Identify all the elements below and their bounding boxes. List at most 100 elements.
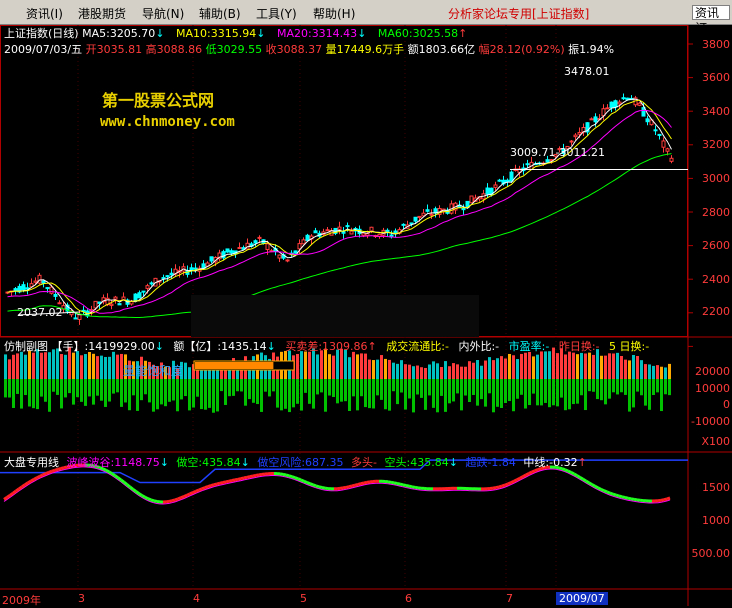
candle-body	[78, 315, 81, 320]
candle-body	[338, 227, 341, 229]
candle-body	[254, 241, 257, 243]
volume-bar-down	[292, 379, 295, 407]
info-button[interactable]: 资讯订	[692, 5, 730, 20]
volume-bar-down	[528, 379, 531, 405]
trend-segment	[352, 485, 355, 486]
menu-bar: 资讯(I) 港股期货 导航(N) 辅助(B) 工具(Y) 帮助(H) 分析家论坛…	[0, 0, 732, 25]
x-label: 4	[193, 592, 200, 605]
candle-body	[278, 255, 281, 258]
volume-bar-up	[344, 350, 347, 379]
volume-bar-up	[112, 352, 115, 379]
trend-segment	[406, 486, 409, 487]
candle-body	[402, 224, 405, 225]
trend-segment	[298, 479, 301, 480]
volume-bar-down	[432, 379, 435, 408]
menu-assist[interactable]: 辅助(B)	[199, 5, 241, 22]
volume-bar-up	[324, 349, 327, 379]
volume-bar-down	[328, 379, 331, 396]
volume-bar-down	[476, 379, 479, 406]
volume-bar-down	[28, 379, 31, 406]
menu-hk-futures[interactable]: 港股期货	[78, 5, 126, 22]
candle-body	[266, 244, 269, 250]
ma60-up-arrow-icon: ↑	[458, 27, 467, 40]
volume-bar-up	[516, 359, 519, 379]
candle-body	[230, 251, 233, 253]
volume-bar-down	[256, 379, 259, 404]
trend-segment	[226, 481, 229, 482]
volume-bar-up	[40, 353, 43, 379]
trend-segment	[400, 484, 403, 485]
volume-bar-up	[36, 349, 39, 379]
volume-bar-down	[472, 379, 475, 395]
volume-bar-down	[8, 379, 11, 398]
volume-bar-down	[488, 379, 491, 393]
volume-bar-up	[440, 367, 443, 379]
volume-bar-down	[64, 379, 67, 397]
trend-segment	[394, 483, 397, 484]
trend-segment	[250, 476, 253, 477]
volume-bar-down	[120, 379, 123, 407]
volume-bar-up	[320, 350, 323, 379]
chart-canvas[interactable]	[0, 25, 732, 606]
volume-bar-up	[356, 354, 359, 379]
annotation-low: 2037.02	[17, 306, 63, 319]
volume-bar-down	[452, 379, 455, 401]
trend-segment	[304, 481, 307, 482]
trend-segment	[493, 488, 496, 489]
volume-bar-down	[80, 379, 83, 402]
volume-bar-down	[316, 379, 319, 394]
ma60-line	[8, 154, 672, 318]
quote-amplitude: 振1.94%	[568, 43, 614, 56]
volume-bar-down	[104, 379, 107, 407]
volume-bar-down	[456, 379, 459, 393]
trend-segment	[343, 487, 346, 488]
trend-segment	[10, 493, 13, 495]
volume-bar-down	[20, 379, 23, 409]
volume-bar-down	[388, 379, 391, 411]
volume-bar-up	[104, 357, 107, 379]
volume-bar-down	[284, 379, 287, 409]
quote-open: 开3035.81	[86, 43, 143, 56]
candle-body	[590, 119, 593, 120]
main-y-label: 3000	[690, 172, 730, 185]
candle-body	[570, 141, 573, 142]
volume-bar-down	[68, 379, 71, 393]
trend-segment	[409, 486, 412, 487]
trend-segment	[127, 485, 130, 487]
candle-body	[210, 257, 213, 261]
volume-bar-down	[88, 379, 91, 396]
volume-bar-down	[128, 379, 131, 410]
volume-bar-up	[584, 353, 587, 379]
trend-segment	[367, 482, 370, 483]
volume-bar-down	[572, 379, 575, 404]
menu-tools[interactable]: 工具(Y)	[256, 5, 297, 22]
trend-segment	[529, 472, 532, 473]
trend-segment	[598, 488, 601, 490]
candle-body	[314, 231, 317, 233]
trend-segment	[247, 477, 250, 478]
trend-segment	[208, 486, 211, 487]
volume-bar-down	[164, 379, 167, 406]
volume-bar-up	[332, 356, 335, 379]
volume-bar-down	[340, 379, 343, 402]
trend-segment	[124, 482, 127, 484]
volume-bar-down	[428, 379, 431, 395]
volume-bar-up	[576, 354, 579, 379]
ma5-value: MA5:3205.70	[82, 27, 155, 40]
volume-bar-down	[196, 379, 199, 397]
volume-bar-up	[656, 365, 659, 379]
volume-bar-down	[404, 379, 407, 410]
candle-body	[118, 304, 121, 305]
volume-bar-down	[308, 379, 311, 404]
volume-bar-up	[556, 353, 559, 379]
trend-segment	[505, 484, 508, 485]
volume-bar-up	[636, 356, 639, 379]
volume-bar-up	[436, 363, 439, 379]
volume-bar-down	[300, 379, 303, 411]
menu-info[interactable]: 资讯(I)	[26, 5, 63, 22]
menu-navigation[interactable]: 导航(N)	[142, 5, 184, 22]
volume-bar-up	[420, 367, 423, 379]
menu-help[interactable]: 帮助(H)	[313, 5, 355, 22]
volume-bar-down	[444, 379, 447, 412]
volume-bar-up	[16, 353, 19, 379]
